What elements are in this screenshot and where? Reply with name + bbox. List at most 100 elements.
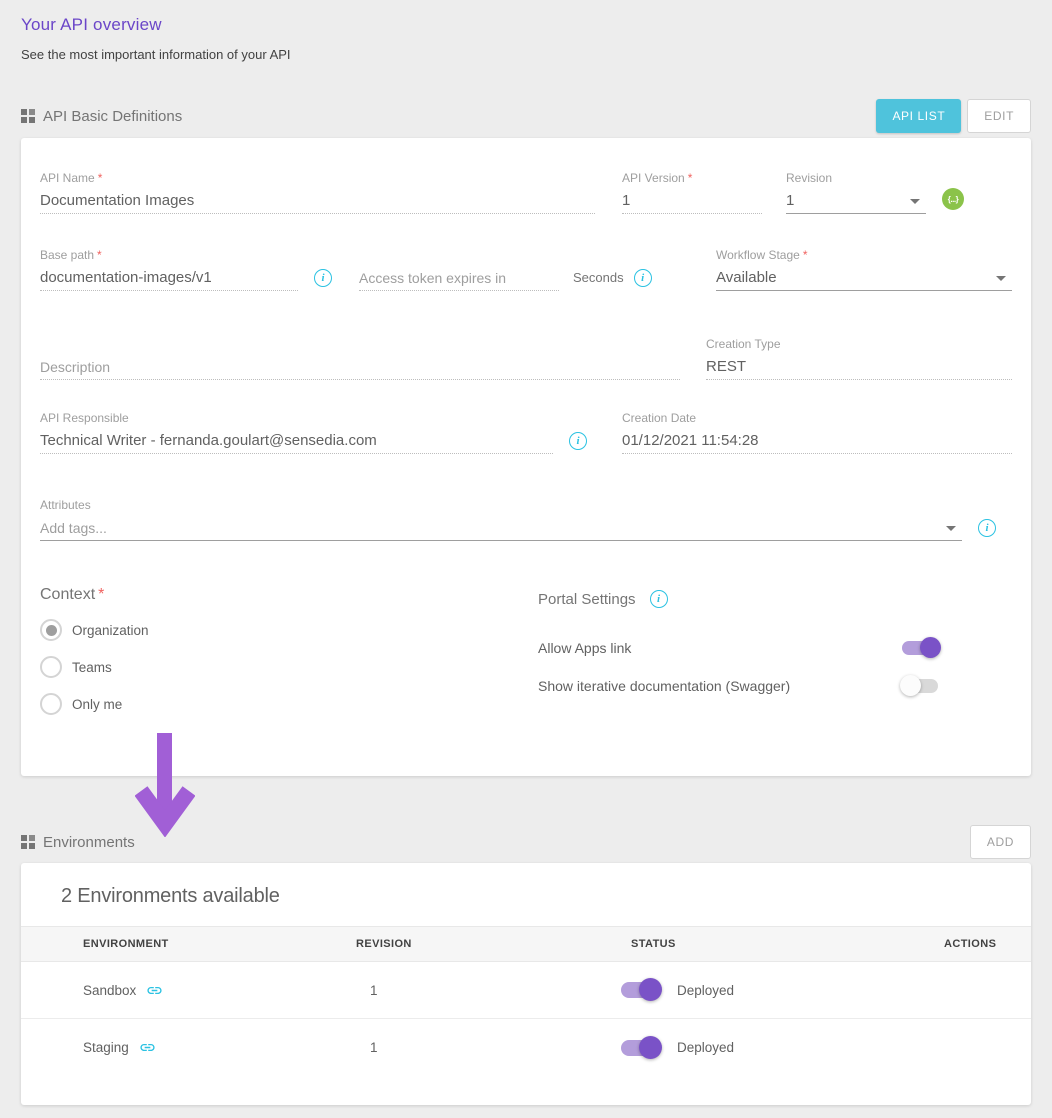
column-header-revision: REVISION (356, 938, 601, 950)
workflow-stage-value[interactable]: Available (716, 267, 1012, 291)
environments-summary: 2 Environments available (21, 863, 1031, 926)
chevron-down-icon[interactable] (946, 526, 956, 531)
api-responsible-value[interactable]: Technical Writer - fernanda.goulart@sens… (40, 430, 553, 454)
required-asterisk: * (803, 248, 808, 262)
trace-code-icon[interactable]: {...} (942, 188, 964, 210)
creation-type-field: Creation Type REST (706, 337, 1012, 380)
api-name-value[interactable]: Documentation Images (40, 190, 595, 214)
radio-label: Organization (72, 623, 149, 638)
api-responsible-field[interactable]: API Responsible Technical Writer - ferna… (40, 411, 553, 454)
context-group: Context* Organization Teams Only me (40, 586, 538, 715)
context-option-only-me[interactable]: Only me (40, 693, 538, 715)
swagger-doc-toggle[interactable] (902, 679, 938, 693)
portal-settings-group: Portal Settings i Allow Apps link Show i… (538, 586, 938, 694)
form-row-3: Description Creation Type REST (40, 337, 1012, 380)
allow-apps-link-setting: Allow Apps link (538, 640, 938, 656)
api-name-field[interactable]: API Name* Documentation Images (40, 171, 595, 214)
page-title: Your API overview (21, 15, 1031, 35)
workflow-stage-label: Workflow Stage (716, 248, 800, 262)
annotation-arrow-down (135, 733, 195, 837)
dashboard-icon (21, 835, 35, 849)
attributes-field[interactable]: Attributes Add tags... (40, 498, 962, 541)
creation-date-value: 01/12/2021 11:54:28 (622, 430, 1012, 454)
radio-teams[interactable] (40, 656, 62, 678)
basic-definitions-card: API Name* Documentation Images API Versi… (21, 138, 1031, 776)
basic-definitions-section-head: API Basic Definitions API LIST EDIT (21, 98, 1031, 134)
base-path-field[interactable]: Base path* documentation-images/v1 (40, 248, 298, 291)
radio-only-me[interactable] (40, 693, 62, 715)
basic-definitions-title-label: API Basic Definitions (43, 108, 182, 125)
creation-type-value: REST (706, 356, 1012, 380)
status-label: Deployed (677, 983, 734, 998)
allow-apps-link-toggle[interactable] (902, 641, 938, 655)
toggle-label: Show iterative documentation (Swagger) (538, 678, 902, 694)
radio-label: Only me (72, 697, 122, 712)
table-row-sandbox: Sandbox 1 Deployed (21, 962, 1031, 1019)
required-asterisk: * (688, 171, 693, 185)
api-responsible-label: API Responsible (40, 411, 129, 425)
column-header-status: STATUS (601, 938, 936, 950)
access-token-placeholder[interactable]: Access token expires in (359, 267, 559, 291)
deploy-toggle-staging[interactable] (621, 1040, 659, 1056)
environment-name: Staging (83, 1040, 129, 1055)
revision-select[interactable]: Revision 1 (786, 171, 926, 214)
environment-revision: 1 (356, 983, 601, 998)
required-asterisk: * (98, 586, 104, 603)
creation-date-label: Creation Date (622, 411, 696, 425)
api-version-field[interactable]: API Version* 1 (622, 171, 762, 214)
environments-title: Environments (21, 834, 135, 851)
column-header-actions: ACTIONS (936, 938, 1031, 950)
api-version-value[interactable]: 1 (622, 190, 762, 214)
info-icon[interactable]: i (978, 519, 996, 537)
required-asterisk: * (97, 248, 102, 262)
seconds-unit-label: Seconds (573, 270, 624, 285)
add-environment-button[interactable]: ADD (970, 825, 1031, 859)
creation-type-label: Creation Type (706, 337, 781, 351)
description-field[interactable]: Description (40, 352, 680, 380)
form-row-1: API Name* Documentation Images API Versi… (40, 171, 1012, 214)
deploy-toggle-sandbox[interactable] (621, 982, 659, 998)
edit-button[interactable]: EDIT (967, 99, 1031, 133)
context-option-teams[interactable]: Teams (40, 656, 538, 678)
base-path-value[interactable]: documentation-images/v1 (40, 267, 298, 291)
environments-card: 2 Environments available ENVIRONMENT REV… (21, 863, 1031, 1105)
api-version-label: API Version (622, 171, 685, 185)
creation-date-field: Creation Date 01/12/2021 11:54:28 (622, 411, 1012, 454)
info-icon[interactable]: i (634, 269, 652, 287)
swagger-doc-setting: Show iterative documentation (Swagger) (538, 678, 938, 694)
access-token-field[interactable]: Access token expires in (359, 263, 559, 291)
form-row-2: Base path* documentation-images/v1 i Acc… (40, 248, 1012, 291)
base-path-label: Base path (40, 248, 94, 262)
info-icon[interactable]: i (650, 590, 668, 608)
attributes-input[interactable]: Add tags... (40, 517, 962, 541)
workflow-stage-select[interactable]: Workflow Stage* Available (716, 248, 1012, 291)
status-label: Deployed (677, 1040, 734, 1055)
environment-name: Sandbox (83, 983, 136, 998)
description-placeholder[interactable]: Description (40, 356, 680, 380)
chevron-down-icon[interactable] (910, 199, 920, 204)
dashboard-icon (21, 109, 35, 123)
info-icon[interactable]: i (569, 432, 587, 450)
api-list-button[interactable]: API LIST (876, 99, 961, 133)
table-row-staging: Staging 1 Deployed (21, 1019, 1031, 1076)
form-row-5: Attributes Add tags... i (40, 498, 1012, 541)
link-icon[interactable] (146, 982, 163, 999)
column-header-environment: ENVIRONMENT (83, 938, 356, 950)
api-name-label: API Name (40, 171, 95, 185)
link-icon[interactable] (139, 1039, 156, 1056)
portal-settings-title: Portal Settings i (538, 590, 938, 608)
required-asterisk: * (98, 171, 103, 185)
radio-organization[interactable] (40, 619, 62, 641)
environments-table-header: ENVIRONMENT REVISION STATUS ACTIONS (21, 926, 1031, 962)
basic-definitions-title: API Basic Definitions (21, 108, 182, 125)
radio-label: Teams (72, 660, 112, 675)
chevron-down-icon[interactable] (996, 276, 1006, 281)
revision-value[interactable]: 1 (786, 190, 926, 214)
context-portal-row: Context* Organization Teams Only me Port… (40, 586, 1012, 715)
revision-label: Revision (786, 171, 832, 185)
context-title: Context* (40, 586, 538, 604)
api-overview-page: Your API overview See the most important… (0, 0, 1052, 1118)
info-icon[interactable]: i (314, 269, 332, 287)
context-option-organization[interactable]: Organization (40, 619, 538, 641)
page-subtitle: See the most important information of yo… (21, 47, 1031, 62)
